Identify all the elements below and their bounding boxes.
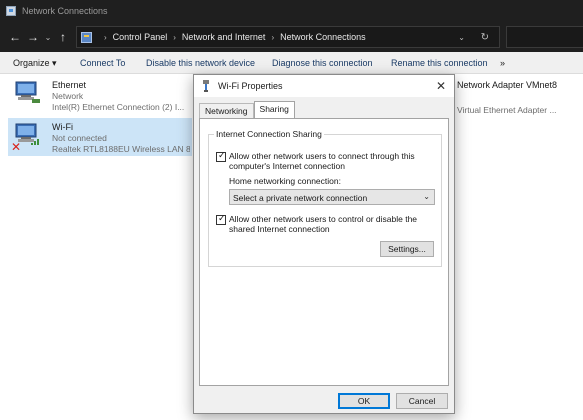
settings-button[interactable]: Settings... xyxy=(380,241,434,257)
ethernet-adapter-icon xyxy=(15,81,40,103)
tab-networking[interactable]: Networking xyxy=(199,103,254,119)
organize-menu-button[interactable]: Organize ▾ xyxy=(13,58,57,69)
dialog-title-bar: Wi-Fi Properties ✕ xyxy=(194,75,454,97)
connection-item-vmnet8[interactable]: Network Adapter VMnet8 Virtual Ethernet … xyxy=(455,76,583,115)
home-networking-select[interactable]: Select a private network connection ⌄ xyxy=(229,189,435,205)
connection-device: Realtek RTL8188EU Wireless LAN 8... xyxy=(52,144,190,154)
diagnose-connection-button[interactable]: Diagnose this connection xyxy=(272,58,373,68)
allow-control-label: Allow other network users to control or … xyxy=(229,214,418,234)
breadcrumb-control-panel[interactable]: Control Panel xyxy=(113,32,168,42)
control-panel-icon xyxy=(81,31,92,43)
connection-name: Wi-Fi xyxy=(52,122,73,132)
tab-sharing[interactable]: Sharing xyxy=(253,101,295,119)
sharing-tab-panel: Internet Connection Sharing Allow other … xyxy=(199,118,449,386)
back-arrow-icon[interactable]: ← xyxy=(6,30,24,44)
wifi-properties-dialog: Wi-Fi Properties ✕ Networking Sharing In… xyxy=(193,74,455,414)
connection-status: Not connected xyxy=(52,133,107,143)
connection-device: Intel(R) Ethernet Connection (2) I... xyxy=(52,102,185,112)
up-arrow-icon[interactable]: ↑ xyxy=(54,30,72,44)
allow-control-checkbox[interactable] xyxy=(216,214,226,225)
connection-name: Ethernet xyxy=(52,80,87,90)
connect-to-button[interactable]: Connect To xyxy=(80,58,125,68)
connection-device: Virtual Ethernet Adapter ... xyxy=(457,105,557,115)
connection-name: Network Adapter VMnet8 xyxy=(457,80,558,90)
disable-device-button[interactable]: Disable this network device xyxy=(146,58,255,68)
dialog-title: Wi-Fi Properties xyxy=(218,81,283,91)
window-title: Network Connections xyxy=(22,6,108,16)
connection-item-ethernet[interactable]: Ethernet Network Intel(R) Ethernet Conne… xyxy=(0,76,192,114)
network-connections-icon xyxy=(6,6,16,16)
chevron-right-icon[interactable]: › xyxy=(104,33,107,42)
search-input[interactable] xyxy=(506,26,583,48)
wifi-adapter-icon xyxy=(203,80,209,92)
command-bar: Organize ▾ Connect To Disable this netwo… xyxy=(0,52,583,74)
home-networking-label: Home networking connection: xyxy=(229,176,341,186)
breadcrumb-network-connections[interactable]: Network Connections xyxy=(280,32,366,42)
ok-button[interactable]: OK xyxy=(338,393,390,409)
disconnected-x-icon: ✕ xyxy=(11,140,22,154)
address-dropdown-chevron-icon[interactable]: ⌄ xyxy=(458,33,465,42)
close-icon[interactable]: ✕ xyxy=(436,79,446,93)
internet-connection-sharing-group: Internet Connection Sharing Allow other … xyxy=(208,129,442,267)
forward-arrow-icon[interactable]: → xyxy=(24,30,42,44)
allow-connect-checkbox[interactable] xyxy=(216,151,226,162)
more-commands-button[interactable]: » xyxy=(500,58,505,68)
navigation-bar: ← → ⌄ ↑ › Control Panel › Network and In… xyxy=(0,22,583,52)
allow-connect-label: Allow other network users to connect thr… xyxy=(229,151,415,171)
cancel-button[interactable]: Cancel xyxy=(396,393,448,409)
connection-status: Network xyxy=(52,91,84,101)
dialog-tabs: Networking Sharing xyxy=(199,101,295,119)
connection-item-wifi[interactable]: ✕ Wi-Fi Not connected Realtek RTL8188EU … xyxy=(8,118,192,156)
recent-locations-chevron-icon[interactable]: ⌄ xyxy=(42,33,54,42)
refresh-icon[interactable]: ↻ xyxy=(481,32,489,43)
group-title: Internet Connection Sharing xyxy=(214,129,324,139)
home-networking-value: Select a private network connection xyxy=(233,193,368,203)
rename-connection-button[interactable]: Rename this connection xyxy=(391,58,488,68)
chevron-right-icon[interactable]: › xyxy=(173,33,176,42)
chevron-right-icon[interactable]: › xyxy=(271,33,274,42)
breadcrumb-network-and-internet[interactable]: Network and Internet xyxy=(182,32,266,42)
chevron-down-icon: ⌄ xyxy=(423,192,430,201)
title-bar: Network Connections xyxy=(0,0,583,22)
address-bar[interactable]: › Control Panel › Network and Internet ›… xyxy=(76,26,500,48)
